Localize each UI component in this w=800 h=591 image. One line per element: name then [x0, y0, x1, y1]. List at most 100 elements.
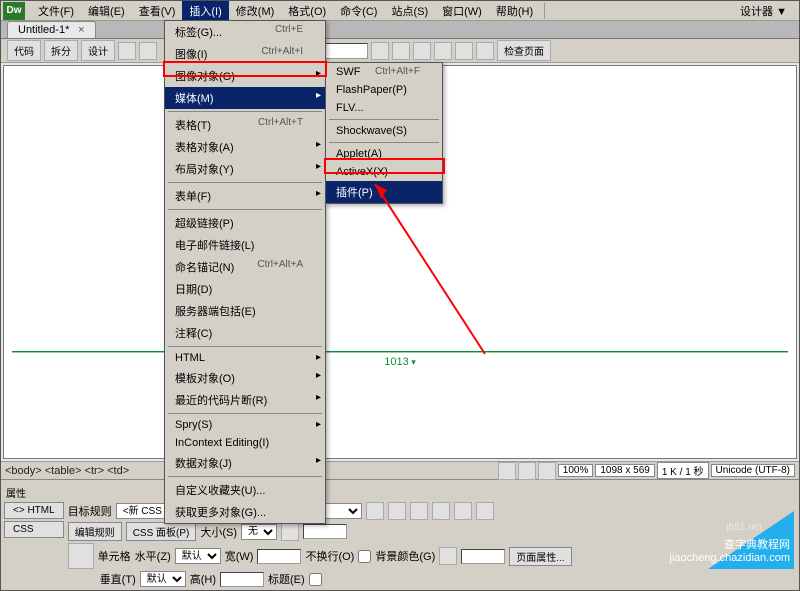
menu-insert-customize-favorites[interactable]: 自定义收藏夹(U)... — [165, 479, 325, 501]
menu-insert-comment[interactable]: 注释(C) — [165, 322, 325, 344]
width-input[interactable] — [257, 549, 301, 564]
header-checkbox[interactable] — [309, 573, 322, 586]
view-design-button[interactable]: 设计 — [81, 40, 115, 61]
tool-icon[interactable] — [455, 42, 473, 60]
menu-insert-hyperlink[interactable]: 超级链接(P) — [165, 212, 325, 234]
css-panel-button[interactable]: CSS 面板(P) — [126, 522, 197, 541]
nowrap-checkbox[interactable] — [358, 550, 371, 563]
vert-label: 垂直(T) — [100, 571, 136, 587]
menu-insert-email-link[interactable]: 电子邮件链接(L) — [165, 234, 325, 256]
menubar: Dw 文件(F) 编辑(E) 查看(V) 插入(I) 修改(M) 格式(O) 命… — [1, 1, 799, 21]
align-left-icon[interactable] — [410, 502, 428, 520]
zoom-tool-icon[interactable] — [538, 462, 556, 480]
menu-insert-get-more[interactable]: 获取更多对象(G)... — [165, 501, 325, 523]
properties-panel: 属性 <> HTML CSS 目标规则 <新 CSS 规则> 字体(O) 默认字… — [1, 479, 799, 590]
check-page-button[interactable]: 检查页面 — [497, 40, 551, 61]
menu-modify[interactable]: 修改(M) — [229, 1, 282, 21]
tab-label: Untitled-1* — [18, 24, 69, 36]
color-input[interactable] — [303, 524, 347, 539]
menu-insert-image-objects[interactable]: 图像对象(G) — [165, 65, 325, 87]
menu-media-shockwave[interactable]: Shockwave(S) — [326, 122, 442, 140]
cell-icon — [68, 543, 94, 569]
menu-insert-html[interactable]: HTML — [165, 349, 325, 367]
document-tabs: Untitled-1* × — [1, 21, 799, 39]
encoding: Unicode (UTF-8) — [711, 464, 795, 477]
bold-icon[interactable] — [366, 502, 384, 520]
menu-insert-incontext[interactable]: InContext Editing(I) — [165, 434, 325, 452]
align-center-icon[interactable] — [432, 502, 450, 520]
zoom-value[interactable]: 100% — [558, 464, 594, 477]
menu-insert-layout-objects[interactable]: 布局对象(Y) — [165, 158, 325, 180]
menu-media-swf[interactable]: SWFCtrl+Alt+F — [326, 63, 442, 81]
italic-icon[interactable] — [388, 502, 406, 520]
menu-insert-table-objects[interactable]: 表格对象(A) — [165, 136, 325, 158]
menu-file[interactable]: 文件(F) — [31, 1, 81, 21]
watermark: 查字典教程网 jiaocheng.chazidian.com — [708, 511, 794, 569]
refresh-icon[interactable] — [413, 42, 431, 60]
bgcolor-swatch[interactable] — [439, 547, 457, 565]
horz-label: 水平(Z) — [135, 548, 171, 564]
app-logo: Dw — [3, 2, 25, 20]
menu-command[interactable]: 命令(C) — [333, 1, 384, 21]
menu-insert-data-objects[interactable]: 数据对象(J) — [165, 452, 325, 474]
status-bar: <body> <table> <tr> <td> 100% 1098 x 569… — [1, 461, 799, 479]
width-label: 宽(W) — [225, 548, 254, 564]
page-size: 1 K / 1 秒 — [657, 462, 709, 479]
menu-insert-spry[interactable]: Spry(S) — [165, 416, 325, 434]
menu-insert-table[interactable]: 表格(T)Ctrl+Alt+T — [165, 114, 325, 136]
menu-insert-recent-snippets[interactable]: 最近的代码片断(R) — [165, 389, 325, 411]
menu-site[interactable]: 站点(S) — [384, 1, 435, 21]
close-icon[interactable]: × — [78, 24, 84, 36]
align-right-icon[interactable] — [454, 502, 472, 520]
menu-insert-image[interactable]: 图像(I)Ctrl+Alt+I — [165, 43, 325, 65]
visual-aids-icon[interactable] — [476, 42, 494, 60]
menu-insert-form[interactable]: 表单(F) — [165, 185, 325, 207]
page-properties-button[interactable]: 页面属性... — [509, 547, 571, 566]
menu-help[interactable]: 帮助(H) — [489, 1, 540, 21]
bgcolor-label: 背景颜色(G) — [375, 548, 435, 564]
menu-media-flashpaper[interactable]: FlashPaper(P) — [326, 81, 442, 99]
menu-media-flv[interactable]: FLV... — [326, 99, 442, 117]
table-width-hint: 1013 ▾ — [384, 356, 416, 368]
menu-edit[interactable]: 编辑(E) — [81, 1, 132, 21]
menu-insert-media[interactable]: 媒体(M) — [165, 87, 325, 109]
workspace-switcher[interactable]: 设计器 ▼ — [734, 1, 793, 21]
menu-media-activex[interactable]: ActiveX(X) — [326, 163, 442, 181]
size-select[interactable]: 无 — [241, 524, 277, 540]
html-mode-chip[interactable]: <> HTML — [4, 502, 64, 519]
edit-rule-button[interactable]: 编辑规则 — [68, 522, 122, 541]
view-split-button[interactable]: 拆分 — [44, 40, 78, 61]
menu-insert-date[interactable]: 日期(D) — [165, 278, 325, 300]
horz-select[interactable]: 默认 — [175, 548, 221, 564]
vert-select[interactable]: 默认 — [140, 571, 186, 587]
menu-insert-template-objects[interactable]: 模板对象(O) — [165, 367, 325, 389]
height-input[interactable] — [220, 572, 264, 587]
document-tab[interactable]: Untitled-1* × — [7, 21, 96, 38]
align-justify-icon[interactable] — [476, 502, 494, 520]
menu-format[interactable]: 格式(O) — [281, 1, 333, 21]
menu-insert-tag[interactable]: 标签(G)...Ctrl+E — [165, 21, 325, 43]
menu-media-applet[interactable]: Applet(A) — [326, 145, 442, 163]
color-swatch[interactable] — [281, 523, 299, 541]
tag-selector[interactable]: <body> <table> <tr> <td> — [5, 465, 129, 477]
view-code-button[interactable]: 代码 — [7, 40, 41, 61]
menu-window[interactable]: 窗口(W) — [435, 1, 489, 21]
menu-insert-ssi[interactable]: 服务器端包括(E) — [165, 300, 325, 322]
size-label: 大小(S) — [200, 524, 237, 540]
tool-icon[interactable] — [371, 42, 389, 60]
tool-icon[interactable] — [434, 42, 452, 60]
live-view-icon[interactable] — [118, 42, 136, 60]
live-code-icon[interactable] — [139, 42, 157, 60]
menu-insert[interactable]: 插入(I) — [182, 1, 228, 21]
menu-insert-named-anchor[interactable]: 命名锚记(N)Ctrl+Alt+A — [165, 256, 325, 278]
hand-tool-icon[interactable] — [518, 462, 536, 480]
tool-icon[interactable] — [392, 42, 410, 60]
height-label: 高(H) — [190, 571, 216, 587]
bgcolor-input[interactable] — [461, 549, 505, 564]
menu-view[interactable]: 查看(V) — [132, 1, 183, 21]
css-mode-chip[interactable]: CSS — [4, 521, 64, 538]
menu-media-plugin[interactable]: 插件(P) — [326, 181, 442, 203]
media-submenu: SWFCtrl+Alt+F FlashPaper(P) FLV... Shock… — [325, 62, 443, 204]
select-tool-icon[interactable] — [498, 462, 516, 480]
window-dims[interactable]: 1098 x 569 — [595, 464, 655, 477]
